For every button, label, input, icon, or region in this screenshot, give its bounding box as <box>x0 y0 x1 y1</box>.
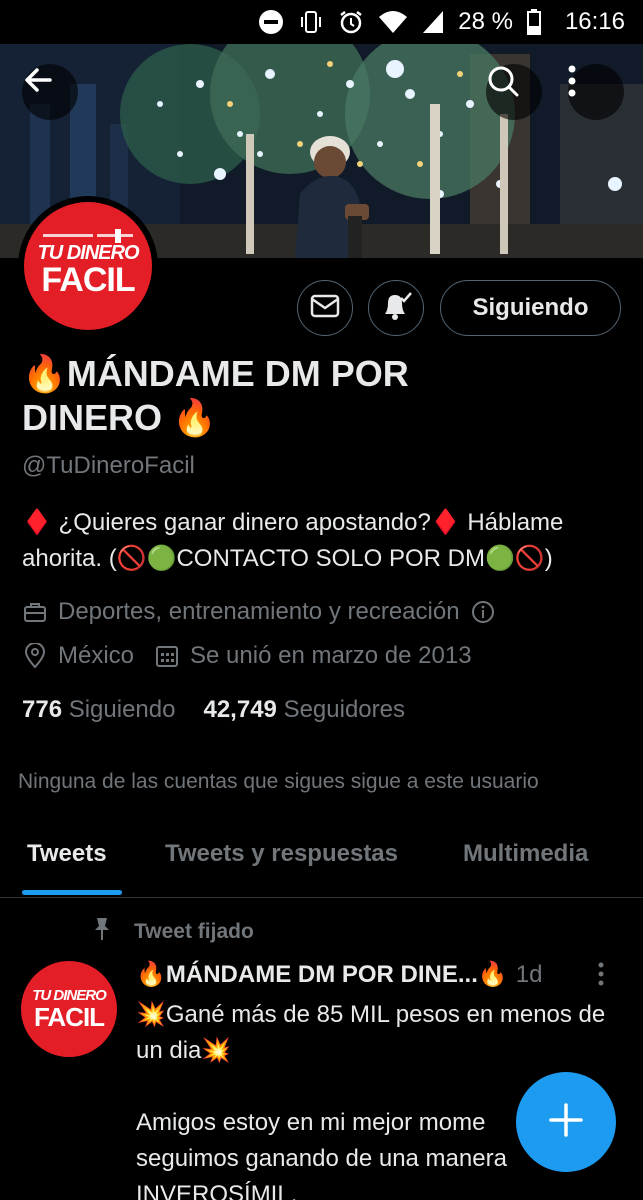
tweet-avatar[interactable]: TU DINERO FACIL <box>20 960 118 1058</box>
vibrate-icon <box>298 9 324 35</box>
profile-avatar[interactable]: TU DINERO FACIL <box>18 196 158 336</box>
pinned-text: Tweet fijado <box>134 920 254 943</box>
avatar-logo: TU DINERO FACIL <box>24 202 152 330</box>
message-button[interactable] <box>297 280 353 336</box>
tab-media[interactable]: Multimedia <box>463 840 588 868</box>
plus-icon <box>548 1102 584 1143</box>
mutual-followers-notice: Ninguna de las cuentas que sigues sigue … <box>18 770 539 793</box>
search-button[interactable] <box>486 64 542 120</box>
mail-icon <box>310 294 340 323</box>
avatar-text-line1: TU DINERO <box>37 242 140 264</box>
pinned-tweet-label: Tweet fijado <box>90 916 254 948</box>
profile-location-joined: México Se unió en marzo de 2013 <box>22 642 472 670</box>
following-count: 776 <box>22 696 63 723</box>
tweet-time[interactable]: 1d <box>516 961 543 989</box>
do-not-disturb-icon <box>258 9 284 35</box>
tweet-avatar-logo: TU DINERO FACIL <box>21 961 117 1057</box>
compose-tweet-button[interactable] <box>516 1072 616 1172</box>
tweet-line: 💥Gané más de 85 MIL pesos en menos de un… <box>136 1001 606 1064</box>
tweet-header: 🔥MÁNDAME DM POR DINE...🔥 1d <box>136 960 606 989</box>
more-options-button[interactable] <box>568 64 624 120</box>
bell-check-icon <box>379 290 413 327</box>
joined-text: Se unió en marzo de 2013 <box>190 642 472 669</box>
battery-percentage: 28 % <box>458 8 513 35</box>
category-text: Deportes, entrenamiento y recreación <box>58 598 460 625</box>
profile-category: Deportes, entrenamiento y recreación <box>22 598 506 626</box>
pin-icon <box>90 916 114 948</box>
info-icon[interactable] <box>470 599 496 625</box>
tab-tweets[interactable]: Tweets <box>27 840 107 868</box>
tweet-avatar-text-line2: FACIL <box>33 1002 105 1032</box>
clock: 16:16 <box>564 8 625 35</box>
wifi-icon <box>378 9 408 35</box>
back-button[interactable] <box>22 64 78 120</box>
profile-bio: ♦️ ¿Quieres ganar dinero apostando?♦️ Há… <box>22 509 564 572</box>
location-pin-icon <box>22 643 48 669</box>
tab-tweets-and-replies[interactable]: Tweets y respuestas <box>165 840 398 868</box>
following-button[interactable]: Siguiendo <box>440 280 621 336</box>
following-label: Siguiendo <box>68 696 176 723</box>
battery-icon <box>526 9 541 35</box>
followers-count-link[interactable]: 42,749 Seguidores <box>203 696 405 724</box>
alarm-icon <box>338 9 364 35</box>
notifications-button[interactable] <box>368 280 424 336</box>
status-bar: 28 % 16:16 <box>0 0 643 44</box>
active-tab-indicator <box>22 890 122 895</box>
briefcase-icon <box>22 599 48 625</box>
followers-count: 42,749 <box>203 696 277 723</box>
location-text: México <box>58 642 135 669</box>
profile-name: 🔥MÁNDAME DM POR DINERO 🔥 <box>22 353 409 438</box>
follow-counts: 776 Siguiendo 42,749 Seguidores <box>22 696 405 724</box>
avatar-text-line2: FACIL <box>41 261 135 299</box>
tweet-line: INVEROSÍMIL. <box>136 1181 298 1200</box>
signal-icon <box>422 10 444 34</box>
more-vertical-small-icon <box>598 962 604 992</box>
tweet-author[interactable]: 🔥MÁNDAME DM POR DINE...🔥 <box>136 960 508 989</box>
profile-tabs: Tweets Tweets y respuestas Multimedia <box>0 820 643 898</box>
tweet-more-button[interactable] <box>598 962 604 986</box>
profile-handle: @TuDineroFacil <box>22 452 195 479</box>
following-count-link[interactable]: 776 Siguiendo <box>22 696 175 724</box>
followers-label: Seguidores <box>283 696 405 723</box>
calendar-icon <box>154 643 180 669</box>
